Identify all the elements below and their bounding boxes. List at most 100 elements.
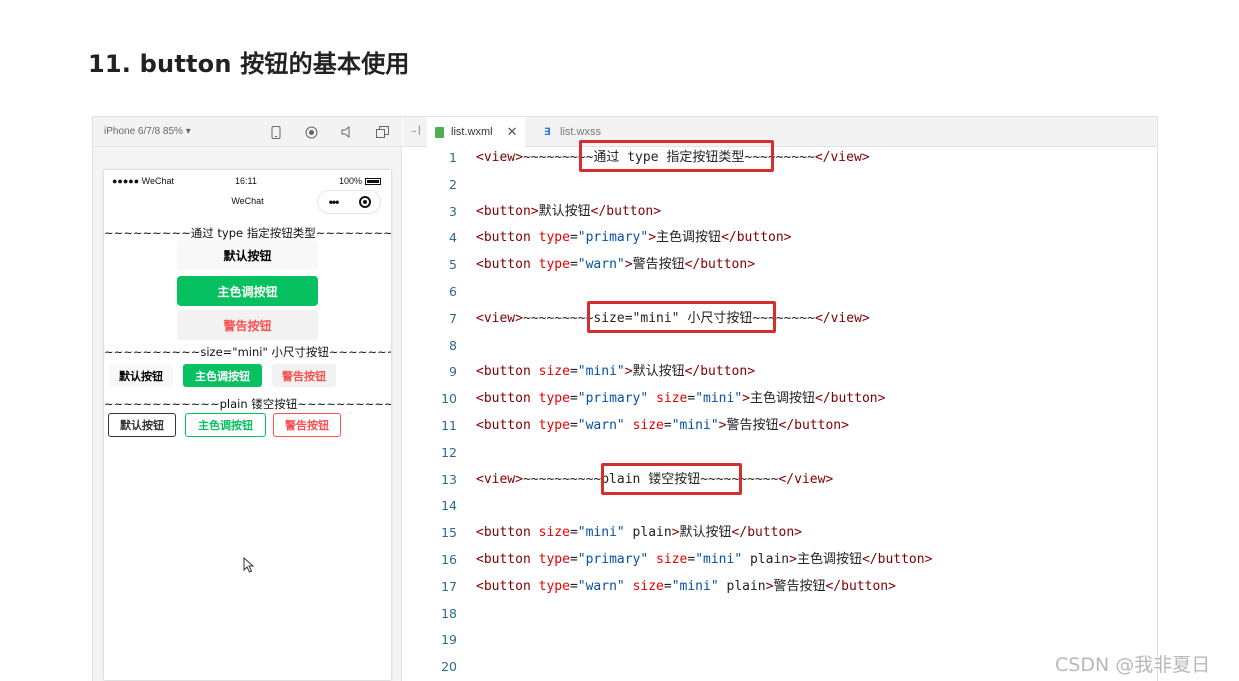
more-icon[interactable]: ••• [318, 195, 349, 209]
code-token: </view> [814, 150, 870, 165]
code-token: 警告按钮 [726, 418, 779, 433]
code-line[interactable]: 5 <button type="warn">警告按钮</button> [403, 252, 1157, 278]
close-tab-icon[interactable]: ✕ [507, 124, 518, 140]
code-line[interactable]: 2 [403, 172, 1157, 198]
menu-capsule[interactable]: ••• [317, 190, 381, 214]
view-plain-heading: ~~~~~~~~~~~~plain 镂空按钮~~~~~~~~~~~~ [104, 397, 391, 411]
code-token: size [656, 391, 688, 407]
code-token: </button> [731, 525, 802, 541]
mini-warn-button[interactable]: 警告按钮 [272, 364, 336, 387]
code-line[interactable]: 16 <button type="primary" size="mini" pla… [403, 547, 1157, 573]
code-line[interactable]: 18 [403, 601, 1157, 627]
code-token: <button> [476, 203, 539, 219]
code-token: "mini" [577, 364, 625, 380]
code-line[interactable]: 10 <button type="primary" size="mini">主色调… [403, 386, 1157, 412]
code-line[interactable]: 7 <view>~~~~~~~~~size="mini" 小尺寸按钮~~~~~~~… [403, 306, 1157, 332]
code-line[interactable]: 17 <button type="warn" size="mini" plain>… [403, 574, 1157, 600]
code-token: 主色调按钮 [749, 391, 815, 407]
line-source: <button type="warn">警告按钮</button> [476, 252, 755, 278]
line-number: 10 [441, 391, 457, 407]
code-line[interactable]: 13 <view>~~~~~~~~~~plain 镂空按钮~~~~~~~~~~</… [403, 467, 1157, 493]
plain-primary-button[interactable]: 主色调按钮 [185, 413, 266, 437]
code-token: > [718, 418, 727, 433]
device-selector[interactable]: iPhone 6/7/8 85% ▾ [104, 126, 191, 137]
record-icon[interactable] [304, 125, 318, 139]
code-token: "mini" [577, 525, 625, 541]
code-line[interactable]: 8 [403, 333, 1157, 359]
mini-default-button[interactable]: 默认按钮 [109, 364, 173, 387]
line-number: 12 [441, 444, 457, 460]
phone-icon[interactable] [269, 125, 283, 139]
plain-warn-button[interactable]: 警告按钮 [273, 413, 341, 437]
code-line[interactable]: 19 [403, 627, 1157, 653]
mouse-cursor-icon [243, 556, 255, 576]
devtools-window: iPhone 6/7/8 85% ▾ ●●●●● WeChat 16:11 10… [92, 116, 1158, 681]
simulator-panel: iPhone 6/7/8 85% ▾ ●●●●● WeChat 16:11 10… [93, 117, 402, 681]
signal-text: ●●●●● WeChat [112, 176, 175, 186]
volume-icon[interactable] [340, 125, 354, 139]
warn-button[interactable]: 警告按钮 [177, 310, 318, 340]
code-token: <button [476, 578, 539, 594]
close-mini-program-icon[interactable] [349, 196, 380, 208]
code-token: 主色调按钮 [656, 230, 722, 246]
code-token: = [569, 364, 578, 380]
plain-default-button[interactable]: 默认按钮 [108, 413, 176, 437]
default-button[interactable]: 默认按钮 [177, 240, 318, 270]
code-line[interactable]: 20 [403, 654, 1157, 680]
window-icon[interactable] [375, 125, 389, 139]
code-line[interactable]: 14 [403, 493, 1157, 519]
code-token: 警告按钮 [773, 578, 826, 594]
phone-screen: ●●●●● WeChat 16:11 100% WeChat ••• ~~~~~… [104, 170, 391, 680]
code-token: > [624, 364, 633, 380]
tab-label: list.wxml [451, 126, 493, 138]
code-token: = [663, 578, 672, 594]
line-number: 7 [449, 310, 457, 326]
code-token: type [538, 391, 570, 407]
code-token: type [538, 552, 570, 567]
code-token: = [569, 578, 578, 594]
code-line[interactable]: 11 <button type="warn" size="mini">警告按钮</… [403, 413, 1157, 439]
code-token: <button [476, 257, 539, 273]
code-line[interactable]: 12 [403, 440, 1157, 466]
line-number: 4 [449, 230, 457, 246]
line-number: 17 [441, 578, 457, 594]
highlight-box [601, 463, 742, 495]
code-token: <button [476, 552, 539, 567]
code-token: type [538, 257, 570, 273]
collapse-panel-icon[interactable]: →| [408, 125, 421, 136]
line-number: 16 [441, 552, 457, 567]
line-source: <button size="mini">默认按钮</button> [476, 359, 755, 385]
code-token: size [538, 364, 570, 380]
code-line[interactable]: 15 <button size="mini" plain>默认按钮</button… [403, 520, 1157, 546]
code-token: "primary" [577, 391, 649, 407]
code-token: </button> [778, 418, 849, 433]
code-token: <view> [476, 310, 523, 326]
code-line[interactable]: 6 [403, 279, 1157, 305]
mini-primary-button[interactable]: 主色调按钮 [183, 364, 262, 387]
code-token: "mini" [695, 552, 743, 567]
code-line[interactable]: 3 <button>默认按钮</button> [403, 199, 1157, 225]
code-token: > [742, 391, 750, 407]
wxss-file-icon: ∃ [544, 126, 551, 138]
code-token: plain [624, 525, 672, 541]
battery-icon [365, 178, 381, 185]
code-line[interactable]: 9 <button size="mini">默认按钮</button> [403, 359, 1157, 385]
code-token: <button [476, 364, 539, 380]
code-token: = [687, 391, 696, 407]
wxml-file-icon [435, 126, 444, 138]
line-number: 19 [441, 632, 457, 648]
tab-list-wxml[interactable]: list.wxml ✕ [427, 117, 526, 148]
line-source: <button size="mini" plain>默认按钮</button> [476, 520, 802, 546]
line-number: 8 [449, 337, 457, 353]
watermark: CSDN @我非夏日 [1055, 654, 1211, 676]
code-line[interactable]: 1 <view>~~~~~~~~~通过 type 指定按钮类型~~~~~~~~~<… [403, 145, 1157, 171]
code-token: type [538, 578, 570, 594]
line-number: 18 [441, 605, 457, 621]
line-number: 2 [449, 176, 457, 192]
code-token: = [569, 525, 578, 541]
code-line[interactable]: 4 <button type="primary">主色调按钮</button> [403, 225, 1157, 251]
line-number: 6 [449, 284, 457, 299]
primary-button[interactable]: 主色调按钮 [177, 276, 318, 306]
code-editor: →| list.wxml ✕ ∃ list.wxss 1 <view>~~~~~~… [403, 117, 1157, 681]
view-type-heading: ~~~~~~~~~通过 type 指定按钮类型~~~~~~~~~ [104, 226, 391, 240]
